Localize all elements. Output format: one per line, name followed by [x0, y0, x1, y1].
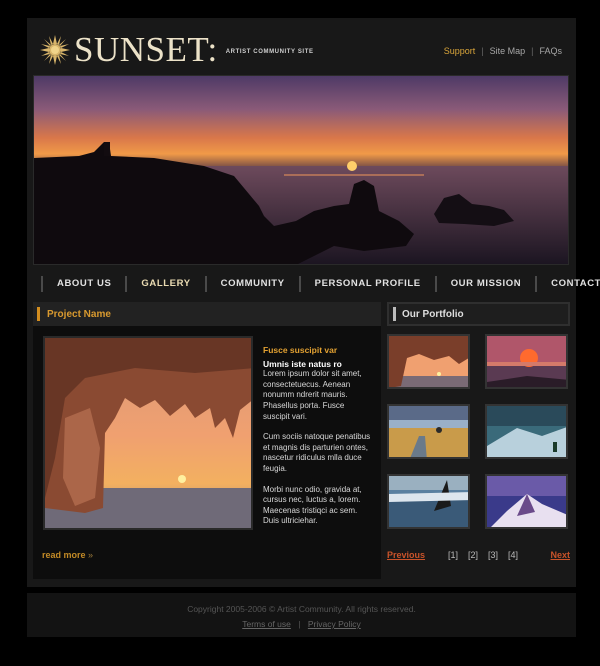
tagline: ARTIST COMMUNITY SITE — [225, 49, 314, 55]
terms-of-use-link[interactable]: Terms of use — [242, 619, 291, 629]
double-arrow-icon: » — [88, 550, 94, 560]
next-link[interactable]: Next — [550, 550, 570, 560]
project-title: Project Name — [47, 308, 111, 320]
portfolio-thumb-5[interactable] — [387, 474, 470, 529]
nav-contacts[interactable]: CONTACTS — [535, 276, 600, 292]
support-link[interactable]: Support — [444, 46, 476, 56]
portfolio-thumb-2[interactable] — [485, 334, 568, 389]
separator: | — [481, 46, 484, 56]
portfolio-pager: Previous [1] [2] [3] [4] Next — [387, 550, 570, 562]
header-accent-bar — [37, 307, 40, 321]
page-link-1[interactable]: [1] — [448, 550, 458, 560]
nav-community[interactable]: COMMUNITY — [204, 276, 299, 292]
read-more-label: read more — [42, 550, 86, 560]
portfolio-title: Our Portfolio — [402, 308, 464, 320]
project-image — [43, 336, 253, 530]
read-more-link[interactable]: read more » — [42, 550, 93, 560]
footer-links: Terms of use | Privacy Policy — [27, 619, 576, 629]
header-accent-bar — [393, 307, 396, 321]
page-link-4[interactable]: [4] — [508, 550, 518, 560]
portfolio-panel: Our Portfolio Previous [1] [2] [3] [4] N… — [387, 302, 570, 579]
nav-personal-profile[interactable]: PERSONAL PROFILE — [298, 276, 435, 292]
main-nav: ABOUT US GALLERY COMMUNITY PERSONAL PROF… — [27, 273, 600, 295]
site-logo[interactable]: SUNSET: ARTIST COMMUNITY SITE — [40, 30, 314, 70]
page-link-2[interactable]: [2] — [468, 550, 478, 560]
sun-icon — [40, 35, 70, 65]
project-panel-header: Project Name — [33, 302, 381, 326]
project-description: Fusce suscipit var Umnis iste natus ro L… — [263, 345, 371, 537]
portfolio-header: Our Portfolio — [387, 302, 570, 326]
separator: | — [298, 619, 301, 629]
page-link-3[interactable]: [3] — [488, 550, 498, 560]
portfolio-thumb-4[interactable] — [485, 404, 568, 459]
project-panel: Project Name Fusce suscipit var Umnis is… — [33, 302, 381, 579]
nav-our-mission[interactable]: OUR MISSION — [434, 276, 535, 292]
project-subheading: Umnis iste natus ro — [263, 358, 342, 369]
footer: Copyright 2005-2006 © Artist Community. … — [27, 593, 576, 637]
project-heading: Fusce suscipit var — [263, 345, 338, 355]
sunset-banner-image — [33, 75, 569, 265]
paragraph: Lorem ipsum dolor sit amet, consectetuec… — [263, 369, 362, 421]
privacy-policy-link[interactable]: Privacy Policy — [308, 619, 361, 629]
nav-about-us[interactable]: ABOUT US — [41, 276, 125, 292]
paragraph: Morbi nunc odio, gravida at, cursus nec,… — [263, 484, 362, 526]
nav-gallery[interactable]: GALLERY — [125, 276, 204, 292]
copyright-text: Copyright 2005-2006 © Artist Community. … — [187, 604, 416, 614]
portfolio-thumb-6[interactable] — [485, 474, 568, 529]
logo-wordmark: SUNSET: — [74, 30, 218, 69]
previous-link[interactable]: Previous — [387, 550, 425, 560]
portfolio-thumb-3[interactable] — [387, 404, 470, 459]
sitemap-link[interactable]: Site Map — [490, 46, 526, 56]
top-links: Support | Site Map | FAQs — [444, 46, 562, 56]
faqs-link[interactable]: FAQs — [539, 46, 562, 56]
portfolio-thumb-1[interactable] — [387, 334, 470, 389]
paragraph: Cum sociis natoque penatibus et magnis d… — [263, 432, 371, 473]
separator: | — [531, 46, 534, 56]
